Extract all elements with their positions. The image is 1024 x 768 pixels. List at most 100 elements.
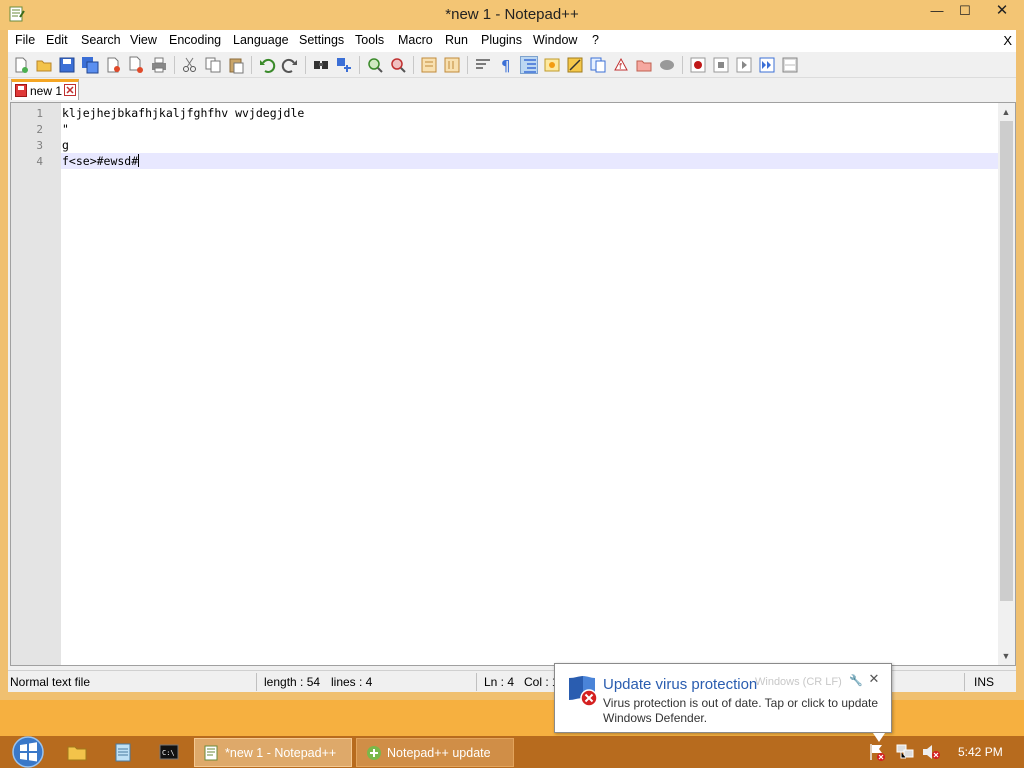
notification-balloon[interactable]: Windows (CR LF) Update virus protection …	[554, 663, 892, 742]
tab-bar: new 1	[8, 78, 1016, 100]
start-button-icon[interactable]	[8, 736, 48, 768]
cut-icon[interactable]	[181, 56, 199, 74]
vertical-scrollbar[interactable]: ▲ ▼	[998, 103, 1015, 665]
sync-horizontal-icon[interactable]	[443, 56, 461, 74]
toolbar-separator	[467, 56, 468, 74]
balloon-close-button[interactable]: ✕	[867, 672, 881, 686]
paste-icon[interactable]	[227, 56, 245, 74]
tab-new-1[interactable]: new 1	[11, 79, 79, 100]
menu-search[interactable]: Search	[81, 33, 121, 47]
toolbar: ¶ f	[8, 52, 1016, 78]
sync-vertical-icon[interactable]	[420, 56, 438, 74]
close-all-icon[interactable]	[127, 56, 145, 74]
toolbar-separator	[682, 56, 683, 74]
status-lines: lines : 4	[331, 675, 373, 689]
taskbar-task-notepadpp-update[interactable]: Notepad++ update	[356, 738, 514, 767]
menu-macro[interactable]: Macro	[398, 33, 433, 47]
menu-settings[interactable]: Settings	[299, 33, 344, 47]
notepad-icon[interactable]	[112, 741, 134, 763]
menu-encoding[interactable]: Encoding	[169, 33, 221, 47]
code-line[interactable]: kljejhejbkafhjkaljfghfhv wvjdegjdle	[62, 106, 304, 120]
replace-icon[interactable]	[335, 56, 353, 74]
line-number: 3	[36, 139, 43, 152]
new-file-icon[interactable]	[12, 56, 30, 74]
folder-icon[interactable]	[635, 56, 653, 74]
menu-help[interactable]: ?	[592, 33, 599, 47]
balloon-title: Update virus protection	[603, 676, 758, 693]
close-document-button[interactable]: X	[1003, 33, 1012, 48]
taskbar-clock[interactable]: 5:42 PM	[958, 745, 1003, 759]
toolbar-separator	[174, 56, 175, 74]
zoom-in-icon[interactable]	[366, 56, 384, 74]
open-file-icon[interactable]	[35, 56, 53, 74]
maximize-button[interactable]: ☐	[952, 0, 978, 22]
taskbar-task-notepadpp[interactable]: *new 1 - Notepad++	[194, 738, 352, 767]
macro-save-icon[interactable]	[781, 56, 799, 74]
save-icon[interactable]	[58, 56, 76, 74]
close-icon[interactable]	[104, 56, 122, 74]
file-explorer-icon[interactable]	[66, 741, 88, 763]
monitor-icon[interactable]	[658, 56, 676, 74]
doc-map-icon[interactable]	[566, 56, 584, 74]
menu-window[interactable]: Window	[533, 33, 577, 47]
code-line[interactable]: g	[62, 138, 69, 152]
scroll-down-arrow-icon[interactable]: ▼	[1001, 651, 1011, 661]
toolbar-separator	[359, 56, 360, 74]
menu-run[interactable]: Run	[445, 33, 468, 47]
show-all-chars-icon[interactable]: ¶	[497, 56, 515, 74]
user-language-icon[interactable]	[543, 56, 561, 74]
wrench-icon[interactable]: 🔧	[849, 674, 863, 687]
macro-record-icon[interactable]	[689, 56, 707, 74]
network-icon[interactable]	[894, 741, 916, 763]
command-prompt-icon[interactable]: C:\	[158, 741, 180, 763]
minimize-button[interactable]: —	[920, 0, 954, 22]
code-line-current[interactable]: f<se>#ewsd#	[62, 154, 140, 168]
macro-play-icon[interactable]	[735, 56, 753, 74]
copy-icon[interactable]	[204, 56, 222, 74]
indent-guide-icon[interactable]	[520, 56, 538, 74]
print-icon[interactable]	[150, 56, 168, 74]
balloon-body: Virus protection is out of date. Tap or …	[603, 696, 879, 725]
text-caret	[138, 154, 140, 167]
code-line-text: f<se>#ewsd#	[62, 154, 139, 168]
line-number: 2	[36, 123, 43, 136]
close-window-button[interactable]: ✕	[980, 0, 1024, 22]
undo-icon[interactable]	[258, 56, 276, 74]
notepadpp-icon	[204, 745, 218, 761]
find-icon[interactable]	[312, 56, 330, 74]
scroll-up-arrow-icon[interactable]: ▲	[1001, 107, 1011, 117]
status-eol-ghost: Windows (CR LF)	[755, 676, 842, 688]
status-insert-mode: INS	[974, 675, 995, 689]
task-label: Notepad++ update	[387, 746, 491, 760]
status-line-number: Ln : 4	[484, 675, 515, 689]
code-area[interactable]: kljejhejbkafhjkaljfghfhv wvjdegjdle " g …	[61, 103, 1001, 665]
code-line[interactable]: "	[62, 122, 69, 136]
word-wrap-icon[interactable]	[474, 56, 492, 74]
save-all-icon[interactable]	[81, 56, 99, 74]
svg-text:¶: ¶	[501, 57, 511, 74]
menu-plugins[interactable]: Plugins	[481, 33, 522, 47]
action-center-flag-icon[interactable]	[866, 741, 888, 763]
menu-edit[interactable]: Edit	[46, 33, 68, 47]
title-bar[interactable]: *new 1 - Notepad++ — ☐ ✕	[0, 0, 1024, 30]
volume-muted-icon[interactable]	[920, 741, 942, 763]
notepad-window: *new 1 - Notepad++ — ☐ ✕ File Edit Searc…	[0, 0, 1024, 700]
status-separator	[476, 673, 477, 691]
scrollbar-thumb[interactable]	[1000, 121, 1013, 601]
toolbar-separator	[251, 56, 252, 74]
menu-view[interactable]: View	[130, 33, 157, 47]
menu-file[interactable]: File	[15, 33, 35, 47]
macro-run-multiple-icon[interactable]	[758, 56, 776, 74]
menu-language[interactable]: Language	[233, 33, 289, 47]
text-editor[interactable]: 1 2 3 4 kljejhejbkafhjkaljfghfhv wvjdegj…	[10, 102, 1016, 666]
folder-workspace-icon[interactable]: f	[612, 56, 630, 74]
macro-stop-icon[interactable]	[712, 56, 730, 74]
status-file-type: Normal text file	[10, 675, 91, 689]
taskbar: C:\ *new 1 - Notepad++ Notepad++ update …	[0, 736, 1024, 768]
close-tab-icon[interactable]	[64, 84, 76, 96]
menu-tools[interactable]: Tools	[355, 33, 384, 47]
redo-icon[interactable]	[281, 56, 299, 74]
unsaved-file-icon	[15, 84, 27, 97]
zoom-out-icon[interactable]	[389, 56, 407, 74]
function-list-icon[interactable]	[589, 56, 607, 74]
